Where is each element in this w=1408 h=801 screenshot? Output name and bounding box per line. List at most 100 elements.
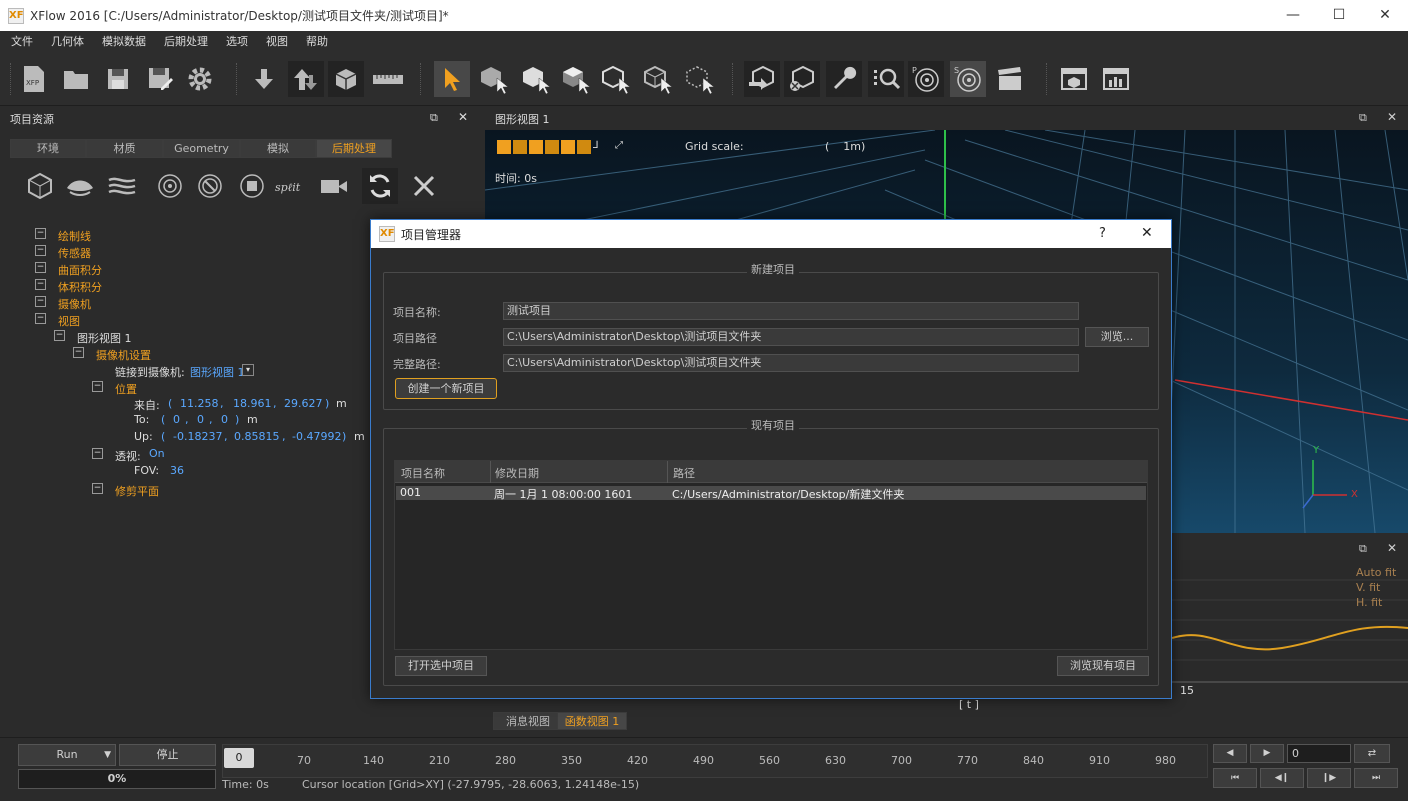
tree-item-draw-line[interactable]: 绘制线: [58, 228, 91, 244]
timeline-slider-handle[interactable]: 0: [224, 748, 254, 768]
next-frame-icon[interactable]: ❙▶: [1307, 768, 1351, 788]
tab-material[interactable]: 材质: [86, 139, 163, 158]
volume-box-icon[interactable]: [22, 168, 58, 204]
to-y[interactable]: 0: [197, 413, 204, 426]
collapse-icon[interactable]: −: [92, 483, 103, 494]
column-header-path[interactable]: 路径: [673, 465, 695, 481]
select-vertex-icon[interactable]: [682, 61, 718, 97]
select-top-icon[interactable]: [558, 61, 594, 97]
first-frame-icon[interactable]: ⏮: [1213, 768, 1257, 788]
select-object-icon[interactable]: [476, 61, 512, 97]
sensor-target-icon[interactable]: [152, 168, 188, 204]
fov-value[interactable]: 36: [170, 464, 184, 477]
view-top-icon[interactable]: [561, 140, 575, 154]
tab-environment[interactable]: 环境: [10, 139, 86, 158]
menu-postprocess[interactable]: 后期处理: [164, 33, 208, 49]
to-z[interactable]: 0: [221, 413, 228, 426]
stop-button[interactable]: 停止: [119, 744, 216, 766]
browse-existing-button[interactable]: 浏览现有项目: [1057, 656, 1149, 676]
project-name-field[interactable]: 测试项目: [503, 302, 1079, 320]
open-folder-icon[interactable]: [58, 61, 94, 97]
loop-icon[interactable]: ⇄: [1354, 744, 1390, 763]
from-x[interactable]: 11.258: [180, 397, 219, 410]
to-x[interactable]: 0: [173, 413, 180, 426]
column-header-date[interactable]: 修改日期: [495, 465, 539, 481]
select-wire-icon[interactable]: [640, 61, 676, 97]
float-panel-icon[interactable]: ⧉: [1359, 111, 1367, 125]
select-cursor-icon[interactable]: [434, 61, 470, 97]
split-icon[interactable]: spℓit: [274, 168, 310, 204]
tree-item-surface-integral[interactable]: 曲面积分: [58, 262, 102, 278]
volume-integral-icon[interactable]: [234, 168, 270, 204]
inspect-search-icon[interactable]: [868, 61, 904, 97]
collapse-icon[interactable]: −: [35, 279, 46, 290]
frame-input[interactable]: 0: [1287, 744, 1351, 763]
h-fit-button[interactable]: H. fit: [1356, 596, 1382, 609]
browse-button[interactable]: 浏览...: [1085, 327, 1149, 347]
tab-simulation[interactable]: 模拟: [240, 139, 316, 158]
prev-frame-icon[interactable]: ◀❙: [1260, 768, 1304, 788]
collapse-icon[interactable]: −: [35, 245, 46, 256]
close-panel-icon[interactable]: ✕: [1387, 110, 1397, 124]
view-fit-icon[interactable]: ⤢: [615, 140, 629, 154]
from-z[interactable]: 29.627: [284, 397, 323, 410]
view-left-icon[interactable]: [529, 140, 543, 154]
tree-item-camera[interactable]: 摄像机: [58, 296, 91, 312]
run-dropdown[interactable]: Run ▼: [18, 744, 116, 766]
select-edge-icon[interactable]: [598, 61, 634, 97]
menu-view[interactable]: 视图: [266, 33, 288, 49]
link-camera-value[interactable]: 图形视图 1: [190, 364, 245, 380]
view-axes-icon[interactable]: ⅃: [593, 140, 607, 154]
collapse-icon[interactable]: −: [92, 448, 103, 459]
tab-messages[interactable]: 消息视图: [493, 712, 563, 730]
add-geometry-icon[interactable]: [744, 61, 780, 97]
play-icon[interactable]: ▶: [1250, 744, 1284, 763]
open-selected-button[interactable]: 打开选中项目: [395, 656, 487, 676]
dialog-close-button[interactable]: ✕: [1141, 225, 1153, 241]
export-arrows-icon[interactable]: [288, 61, 324, 97]
close-button[interactable]: ✕: [1362, 0, 1408, 31]
collapse-icon[interactable]: −: [73, 347, 84, 358]
remove-geometry-icon[interactable]: [784, 61, 820, 97]
select-face-icon[interactable]: [518, 61, 554, 97]
view-bottom-icon[interactable]: [577, 140, 591, 154]
create-project-button[interactable]: 创建一个新项目: [395, 378, 497, 399]
float-panel-icon[interactable]: ⧉: [1359, 542, 1367, 556]
delete-x-icon[interactable]: [406, 168, 442, 204]
from-y[interactable]: 18.961: [233, 397, 272, 410]
tab-postprocess[interactable]: 后期处理: [316, 139, 392, 158]
close-panel-icon[interactable]: ✕: [1387, 541, 1397, 555]
save-icon[interactable]: [100, 61, 136, 97]
collapse-icon[interactable]: −: [35, 296, 46, 307]
up-y[interactable]: 0.85815: [234, 430, 280, 443]
tab-geometry[interactable]: Geometry: [163, 139, 240, 158]
chart-view-icon[interactable]: [1098, 61, 1134, 97]
collapse-icon[interactable]: −: [35, 262, 46, 273]
menu-geometry[interactable]: 几何体: [51, 33, 84, 49]
view-back-icon[interactable]: [513, 140, 527, 154]
menu-help[interactable]: 帮助: [306, 33, 328, 49]
probe-s-icon[interactable]: S: [950, 61, 986, 97]
render-view-icon[interactable]: [1056, 61, 1092, 97]
close-panel-icon[interactable]: ✕: [458, 110, 468, 124]
probe-p-icon[interactable]: P: [908, 61, 944, 97]
auto-fit-button[interactable]: Auto fit: [1356, 566, 1396, 579]
tree-item-volume-integral[interactable]: 体积积分: [58, 279, 102, 295]
camera-icon[interactable]: [316, 168, 352, 204]
settings-gear-icon[interactable]: [182, 61, 218, 97]
up-z[interactable]: -0.47992: [292, 430, 341, 443]
surface-icon[interactable]: [62, 168, 98, 204]
timeline-track[interactable]: 0 70 140 210 280 350 420 490 560 630 700 770 840 910…: [222, 744, 1208, 778]
streamlines-icon[interactable]: [104, 168, 140, 204]
minimize-button[interactable]: —: [1270, 0, 1316, 31]
tree-item-view[interactable]: 视图: [58, 313, 80, 329]
refresh-icon[interactable]: [362, 168, 398, 204]
up-x[interactable]: -0.18237: [173, 430, 222, 443]
clapperboard-icon[interactable]: [992, 61, 1028, 97]
collapse-icon[interactable]: −: [54, 330, 65, 341]
maximize-button[interactable]: ☐: [1316, 0, 1362, 31]
graph-plot-area[interactable]: Auto fit V. fit H. fit: [1172, 560, 1408, 683]
collapse-icon[interactable]: −: [92, 381, 103, 392]
wrench-icon[interactable]: [826, 61, 862, 97]
collapse-icon[interactable]: −: [35, 228, 46, 239]
